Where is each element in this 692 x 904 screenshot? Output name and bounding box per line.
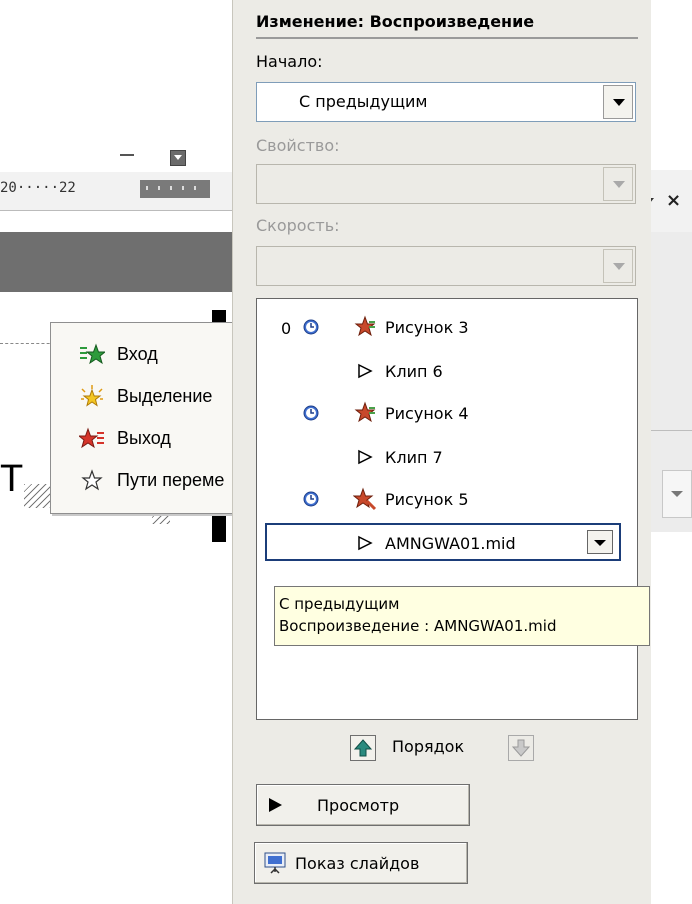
- start-dropdown-value: С предыдущим: [299, 92, 428, 111]
- background-dropdown[interactable]: [662, 470, 692, 518]
- clock-icon: [303, 319, 319, 335]
- speed-dropdown[interactable]: [256, 246, 636, 286]
- motion-path-star-icon: [81, 469, 103, 491]
- slideshow-icon: [264, 852, 286, 874]
- tooltip-line: Воспроизведение : AMNGWA01.mid: [279, 617, 557, 635]
- property-dropdown[interactable]: [256, 164, 636, 204]
- list-item-index: 0: [281, 319, 292, 338]
- list-item[interactable]: Клип 6: [257, 349, 637, 393]
- order-label: Порядок: [392, 737, 465, 756]
- chevron-down-icon[interactable]: [603, 85, 633, 119]
- clock-icon: [303, 405, 319, 421]
- list-item-selected[interactable]: AMNGWA01.mid: [265, 523, 621, 561]
- ruler-margin-indicator: [140, 180, 210, 198]
- chevron-down-icon[interactable]: [587, 530, 613, 554]
- menu-item-label: Вход: [117, 344, 158, 364]
- ruler-numbers: 20·····22: [0, 180, 76, 196]
- tooltip: С предыдущим Воспроизведение : AMNGWA01.…: [274, 586, 650, 646]
- list-item-label: Рисунок 3: [385, 318, 469, 337]
- list-item[interactable]: Рисунок 5: [257, 477, 637, 521]
- divider: [650, 430, 692, 431]
- emphasis-star-yellow-icon: [81, 385, 103, 407]
- entrance-star-green-icon: [80, 343, 105, 365]
- toolbar-dropdown-icon[interactable]: [170, 150, 186, 166]
- slideshow-button[interactable]: Показ слайдов: [254, 842, 468, 884]
- play-icon: [269, 798, 282, 812]
- selection-handle[interactable]: [212, 512, 226, 542]
- slide-text-fragment: Т: [0, 458, 23, 500]
- list-item-label: Клип 6: [385, 362, 443, 381]
- property-label: Свойство:: [256, 136, 340, 155]
- menu-item-label: Выделение: [117, 386, 213, 406]
- start-label: Начало:: [256, 52, 323, 71]
- speed-label: Скорость:: [256, 216, 340, 235]
- chevron-down-icon[interactable]: [603, 249, 633, 283]
- list-item[interactable]: 0 Рисунок 3: [257, 305, 637, 349]
- list-item[interactable]: Рисунок 4: [257, 391, 637, 435]
- play-icon: [358, 363, 373, 379]
- effect-icon: [353, 487, 377, 511]
- exit-star-red-icon: [79, 427, 104, 449]
- move-up-button[interactable]: [350, 735, 376, 761]
- effect-icon: [354, 401, 376, 423]
- close-icon[interactable]: ×: [666, 190, 681, 211]
- slide-workspace-band: [0, 232, 250, 292]
- move-down-button[interactable]: [508, 735, 534, 761]
- horizontal-ruler: 20·····22: [0, 172, 250, 211]
- list-item-label: AMNGWA01.mid: [385, 534, 516, 553]
- toolbar-separator: [120, 154, 134, 156]
- preview-button[interactable]: Просмотр: [256, 784, 470, 826]
- slideshow-label: Показ слайдов: [295, 854, 420, 873]
- menu-item-label: Выход: [117, 428, 171, 448]
- clock-icon: [303, 491, 319, 507]
- background-toolbar: [0, 150, 250, 170]
- arrow-up-icon: [353, 739, 373, 757]
- pane-title: Изменение: Воспроизведение: [256, 12, 535, 31]
- preview-label: Просмотр: [317, 796, 400, 815]
- play-icon: [358, 535, 373, 551]
- arrow-down-icon: [511, 739, 531, 757]
- menu-item-label: Пути переме: [117, 470, 225, 490]
- list-item-label: Клип 7: [385, 448, 443, 467]
- title-underline: [256, 37, 638, 39]
- tooltip-line: С предыдущим: [279, 595, 400, 613]
- animation-list[interactable]: 0 Рисунок 3 Клип 6 Рисунок 4 Клип 7 Рису…: [256, 298, 638, 720]
- list-item-label: Рисунок 5: [385, 490, 469, 509]
- chevron-down-icon[interactable]: [603, 167, 633, 201]
- play-icon: [358, 449, 373, 465]
- list-item-label: Рисунок 4: [385, 404, 469, 423]
- start-dropdown[interactable]: С предыдущим: [256, 82, 636, 122]
- list-item[interactable]: Клип 7: [257, 435, 637, 479]
- effect-icon: [354, 315, 376, 337]
